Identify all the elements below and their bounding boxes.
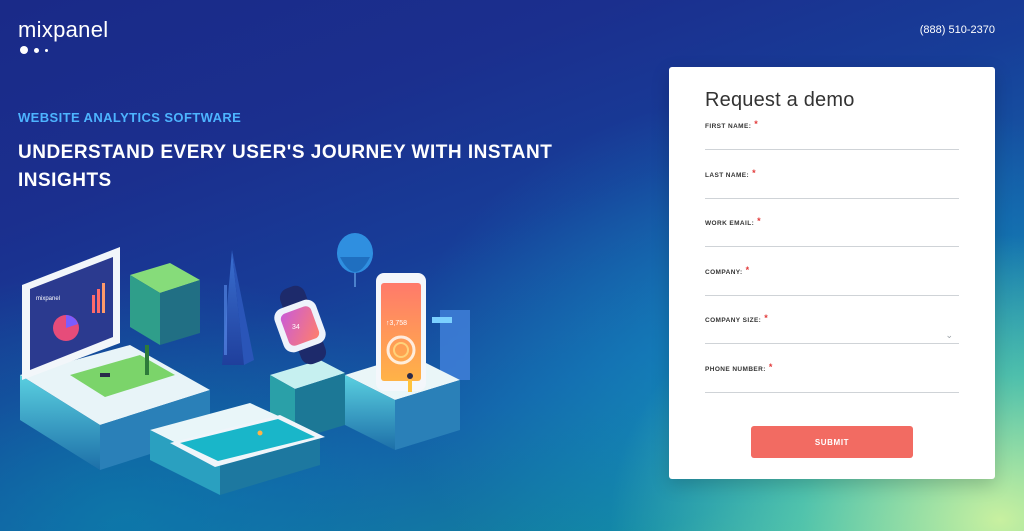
smartwatch-icon: 34: [274, 285, 327, 365]
last-name-field[interactable]: LAST NAME: *: [705, 165, 959, 214]
submit-button[interactable]: SUBMIT: [751, 426, 913, 458]
last-name-input[interactable]: [705, 197, 959, 199]
required-mark: *: [745, 264, 750, 275]
company-size-select[interactable]: [705, 343, 959, 344]
chevron-down-icon[interactable]: ⌄: [945, 330, 953, 341]
required-mark: *: [754, 119, 759, 129]
company-field[interactable]: COMPANY: *: [705, 262, 959, 311]
work-email-input[interactable]: [705, 246, 959, 247]
laptop-logo: mixpanel: [36, 296, 60, 302]
last-name-label: LAST NAME: *: [705, 167, 756, 179]
smartphone-icon: ↑3,758: [376, 273, 426, 391]
logo-dots-icon: [20, 46, 48, 54]
request-demo-form: Request a demo FIRST NAME: * LAST NAME: * …: [669, 67, 995, 479]
first-name-input[interactable]: [705, 149, 959, 150]
hero-illustration: mixpanel 34 ↑3,758: [20, 233, 470, 495]
required-mark: *: [752, 167, 756, 178]
phone-value: ↑3,758: [386, 320, 407, 327]
hero-headline: UNDERSTAND EVERY USER'S JOURNEY WITH INS…: [18, 142, 553, 191]
required-mark: *: [768, 361, 773, 372]
required-mark: *: [757, 216, 762, 226]
mixpanel-logo[interactable]: mixpanel: [18, 18, 128, 58]
company-input[interactable]: [705, 294, 959, 296]
logo-wordmark: mixpanel: [18, 17, 109, 42]
first-name-field[interactable]: FIRST NAME: *: [705, 116, 959, 165]
phone-number-input[interactable]: [705, 391, 959, 393]
hero-eyebrow: WEBSITE ANALYTICS SOFTWARE: [18, 110, 242, 125]
form-title: Request a demo: [705, 89, 855, 111]
first-name-label: FIRST NAME: *: [705, 119, 759, 130]
phone-number-link[interactable]: (888) 510-2370: [920, 24, 995, 36]
phone-number-field[interactable]: PHONE NUMBER: *: [705, 359, 959, 408]
phone-number-label: PHONE NUMBER: *: [705, 361, 773, 373]
work-email-field[interactable]: WORK EMAIL: *: [705, 213, 959, 262]
required-mark: *: [764, 313, 769, 323]
company-label: COMPANY: *: [705, 264, 750, 276]
work-email-label: WORK EMAIL: *: [705, 216, 762, 227]
watch-value: 34: [292, 324, 300, 331]
company-size-field[interactable]: COMPANY SIZE: * ⌄: [705, 310, 959, 359]
company-size-label: COMPANY SIZE: *: [705, 313, 769, 324]
balloon-icon: [337, 233, 373, 287]
